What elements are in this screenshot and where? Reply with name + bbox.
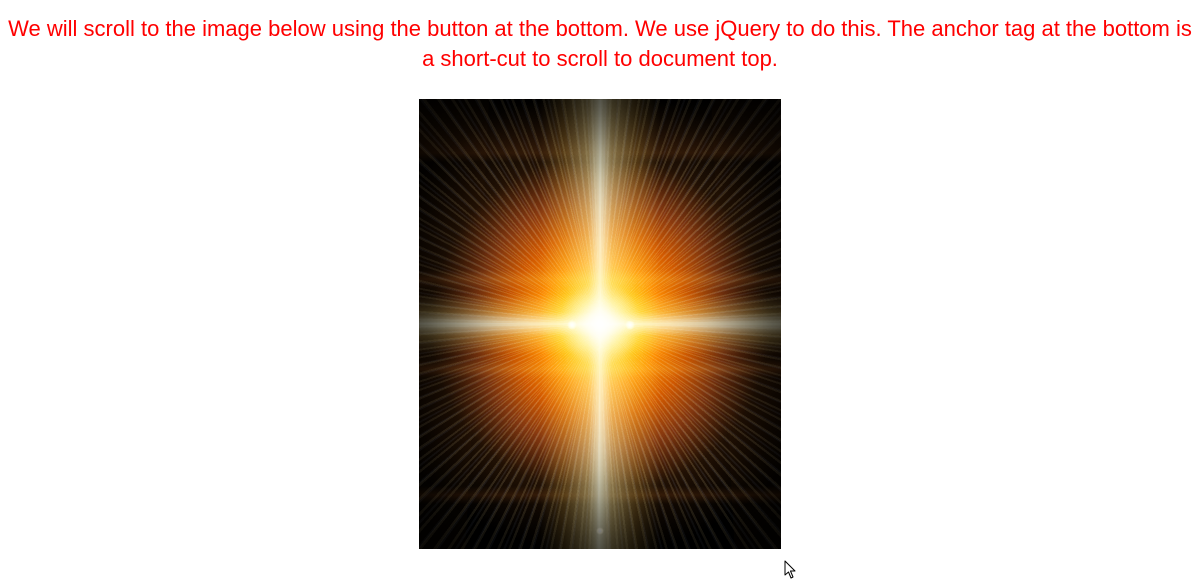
cutoff-next-paragraph bbox=[0, 574, 1200, 582]
image-layer-grain bbox=[419, 99, 781, 549]
light-burst-image bbox=[419, 99, 781, 549]
intro-paragraph: We will scroll to the image below using … bbox=[0, 0, 1200, 77]
image-container bbox=[0, 99, 1200, 554]
